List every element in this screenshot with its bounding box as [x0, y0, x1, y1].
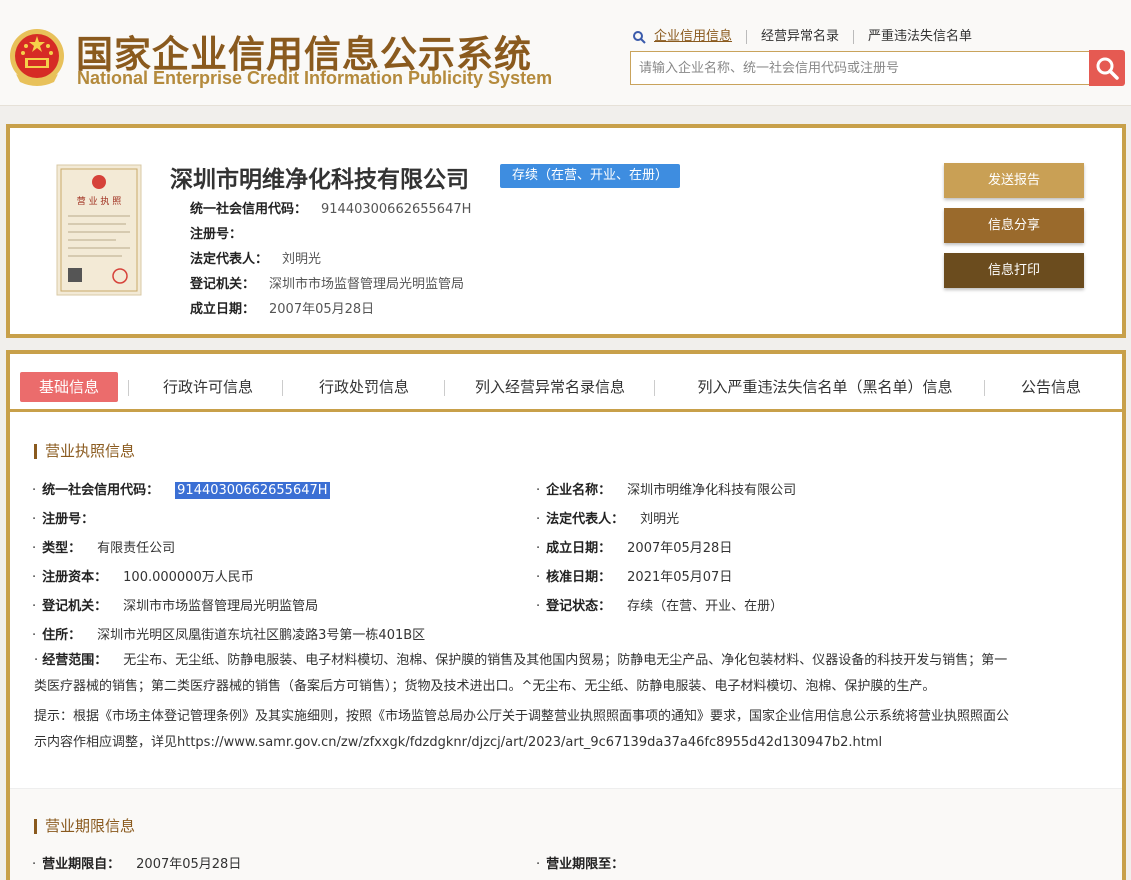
- field-label: 成立日期：: [546, 541, 612, 556]
- tab-divider: [128, 380, 129, 396]
- field-value: 有限责任公司: [97, 541, 176, 556]
- notice-line-1: 提示：根据《市场主体登记管理条例》及其实施细则，按照《市场监管总局办公厅关于调整…: [34, 709, 1010, 724]
- tab-bar: 基础信息 行政许可信息 行政处罚信息 列入经营异常名录信息 列入严重违法失信名单…: [10, 354, 1122, 412]
- notice-line-2: 示内容作相应调整，详见https://www.samr.gov.cn/zw/zf…: [34, 735, 883, 750]
- info-row: · 住所： 深圳市光明区凤凰街道东坑社区鹏凌路3号第一栋401B区: [32, 628, 426, 643]
- site-title-en: National Enterprise Credit Information P…: [77, 68, 553, 88]
- info-row: · 企业名称： 深圳市明维净化科技有限公司: [536, 483, 797, 498]
- print-button[interactable]: 信息打印: [944, 253, 1084, 288]
- field-label: 法定代表人：: [546, 512, 625, 527]
- section-title-term: 营业期限信息: [34, 819, 135, 834]
- notice-text: 提示：根据《市场主体登记管理条例》及其实施细则，按照《市场监管总局办公厅关于调整…: [34, 704, 1086, 756]
- field-label: 法定代表人：: [190, 252, 269, 267]
- scope-line-1: 无尘布、无尘纸、防静电服装、电子材料模切、泡棉、保护膜的销售及其他国内贸易；防静…: [123, 653, 1008, 668]
- company-field: 注册号：: [190, 223, 256, 242]
- search-icon: [1096, 57, 1119, 80]
- info-row: · 统一社会信用代码： 91440300662655647H: [32, 482, 330, 499]
- search-button[interactable]: [1089, 50, 1125, 86]
- search-icon: [633, 31, 646, 44]
- tab-admin-license[interactable]: 行政许可信息: [148, 372, 268, 402]
- field-value: 刘明光: [282, 252, 322, 267]
- search-box: [630, 51, 1090, 85]
- info-row: · 核准日期： 2021年05月07日: [536, 570, 733, 585]
- field-value: 深圳市光明区凤凰街道东坑社区鹏凌路3号第一栋401B区: [97, 628, 426, 643]
- info-row: · 类型： 有限责任公司: [32, 541, 176, 556]
- nav-link-abnormal-list[interactable]: 经营异常名录: [747, 30, 855, 44]
- field-label: 统一社会信用代码：: [190, 202, 308, 217]
- tab-divider: [282, 380, 283, 396]
- tab-basic-info[interactable]: 基础信息: [20, 372, 118, 402]
- tab-abnormal-list[interactable]: 列入经营异常名录信息: [462, 372, 638, 402]
- field-value: 2007年05月28日: [136, 857, 242, 872]
- company-field: 登记机关： 深圳市市场监督管理局光明监管局: [190, 273, 464, 292]
- field-label: 注册号：: [42, 512, 95, 527]
- detail-panel: 基础信息 行政许可信息 行政处罚信息 列入经营异常名录信息 列入严重违法失信名单…: [6, 350, 1126, 880]
- tab-admin-penalty[interactable]: 行政处罚信息: [302, 372, 426, 402]
- field-value: 深圳市市场监督管理局光明监管局: [269, 277, 465, 292]
- info-row: · 登记机关： 深圳市市场监督管理局光明监管局: [32, 599, 319, 614]
- field-value: 深圳市市场监督管理局光明监管局: [123, 599, 319, 614]
- company-field: 成立日期： 2007年05月28日: [190, 298, 374, 317]
- info-row: · 登记状态： 存续（在营、开业、在册）: [536, 599, 784, 614]
- status-badge: 存续（在营、开业、在册）: [500, 164, 681, 188]
- field-label: 登记机关：: [42, 599, 108, 614]
- field-label: 成立日期：: [190, 302, 256, 317]
- field-value: 2007年05月28日: [269, 302, 375, 317]
- field-value: 存续（在营、开业、在册）: [627, 599, 784, 614]
- info-row: · 营业期限自： 2007年05月28日: [32, 857, 242, 872]
- search-input[interactable]: [631, 52, 1090, 84]
- scope-label: 经营范围：: [42, 653, 108, 668]
- field-label: 类型：: [42, 541, 82, 556]
- tab-divider: [984, 380, 985, 396]
- tab-divider: [654, 380, 655, 396]
- field-value: 100.000000万人民币: [123, 570, 254, 585]
- section-title-license: 营业执照信息: [34, 444, 135, 459]
- nav-link-blacklist[interactable]: 严重违法失信名单: [854, 30, 986, 44]
- field-label: 注册号：: [190, 227, 243, 242]
- tab-divider: [444, 380, 445, 396]
- field-label: 住所：: [42, 628, 82, 643]
- national-emblem-icon: [10, 29, 64, 86]
- field-value: 刘明光: [640, 512, 680, 527]
- business-scope: · 经营范围： 无尘布、无尘纸、防静电服装、电子材料模切、泡棉、保护膜的销售及其他…: [34, 648, 1086, 700]
- field-label: 核准日期：: [546, 570, 612, 585]
- term-section: 营业期限信息 · 营业期限自： 2007年05月28日 · 营业期限至：: [10, 788, 1122, 880]
- field-value-selected[interactable]: 91440300662655647H: [175, 482, 330, 499]
- field-value: 2021年05月07日: [627, 570, 733, 585]
- field-label: 登记机关：: [190, 277, 256, 292]
- share-button[interactable]: 信息分享: [944, 208, 1084, 243]
- info-row: · 营业期限至：: [536, 857, 625, 872]
- scope-line-2: 类医疗器械的销售；第二类医疗器械的销售（备案后方可销售）；货物及技术进出口。^无…: [34, 679, 936, 694]
- tab-blacklist[interactable]: 列入严重违法失信名单（黑名单）信息: [672, 372, 978, 402]
- field-label: 注册资本：: [42, 570, 108, 585]
- send-report-button[interactable]: 发送报告: [944, 163, 1084, 198]
- field-value: 2007年05月28日: [627, 541, 733, 556]
- info-row: · 注册号：: [32, 512, 95, 527]
- field-label: 统一社会信用代码：: [42, 483, 160, 498]
- info-row: · 成立日期： 2007年05月28日: [536, 541, 733, 556]
- field-label: 企业名称：: [546, 483, 612, 498]
- field-label: 营业期限自：: [42, 857, 121, 872]
- tab-announcement[interactable]: 公告信息: [1006, 372, 1096, 402]
- company-card: 营 业 执 照 深圳市明维净化科技有限公司 存续（在营、开业、在册） 统一社会信…: [6, 124, 1126, 338]
- field-value: 91440300662655647H: [321, 202, 472, 217]
- field-value: 深圳市明维净化科技有限公司: [627, 483, 797, 498]
- site-header: 国家企业信用信息公示系统 National Enterprise Credit …: [0, 0, 1131, 106]
- field-label: 登记状态：: [546, 599, 612, 614]
- info-row: · 法定代表人： 刘明光: [536, 512, 680, 527]
- company-field: 法定代表人： 刘明光: [190, 248, 321, 267]
- business-license-image: 营 业 执 照: [56, 164, 142, 296]
- info-row: · 注册资本： 100.000000万人民币: [32, 570, 254, 585]
- nav-link-credit-info[interactable]: 企业信用信息: [646, 30, 748, 44]
- company-name: 深圳市明维净化科技有限公司: [170, 167, 469, 193]
- license-title: 营 业 执 照: [77, 195, 122, 207]
- field-label: 营业期限至：: [546, 857, 625, 872]
- top-nav: 企业信用信息 经营异常名录 严重违法失信名单: [632, 30, 986, 44]
- company-field: 统一社会信用代码： 91440300662655647H: [190, 198, 471, 217]
